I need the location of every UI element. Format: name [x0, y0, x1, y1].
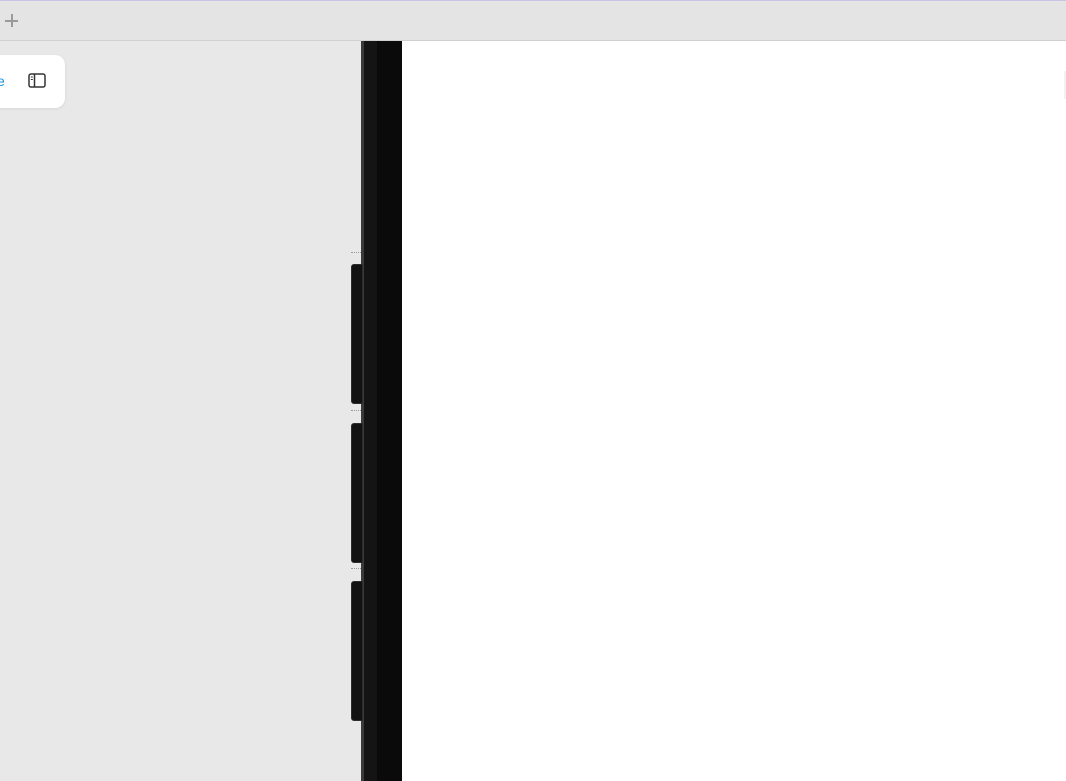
top-bar [0, 0, 1066, 41]
canvas-workspace: e [0, 41, 1066, 781]
side-button-volume-up [351, 264, 363, 404]
side-button-volume-down [351, 423, 363, 563]
floating-toolbar: e [0, 55, 65, 108]
device-screen[interactable] [402, 41, 1066, 781]
side-button-handle[interactable] [351, 252, 361, 255]
side-button-handle[interactable] [351, 568, 361, 571]
device-inner-bezel [364, 41, 377, 781]
side-button-power [351, 581, 363, 721]
plus-icon[interactable] [4, 13, 19, 28]
side-button-handle[interactable] [351, 410, 361, 413]
toolbar-label[interactable]: e [0, 73, 5, 89]
sidebar-toggle-icon[interactable] [28, 73, 46, 88]
